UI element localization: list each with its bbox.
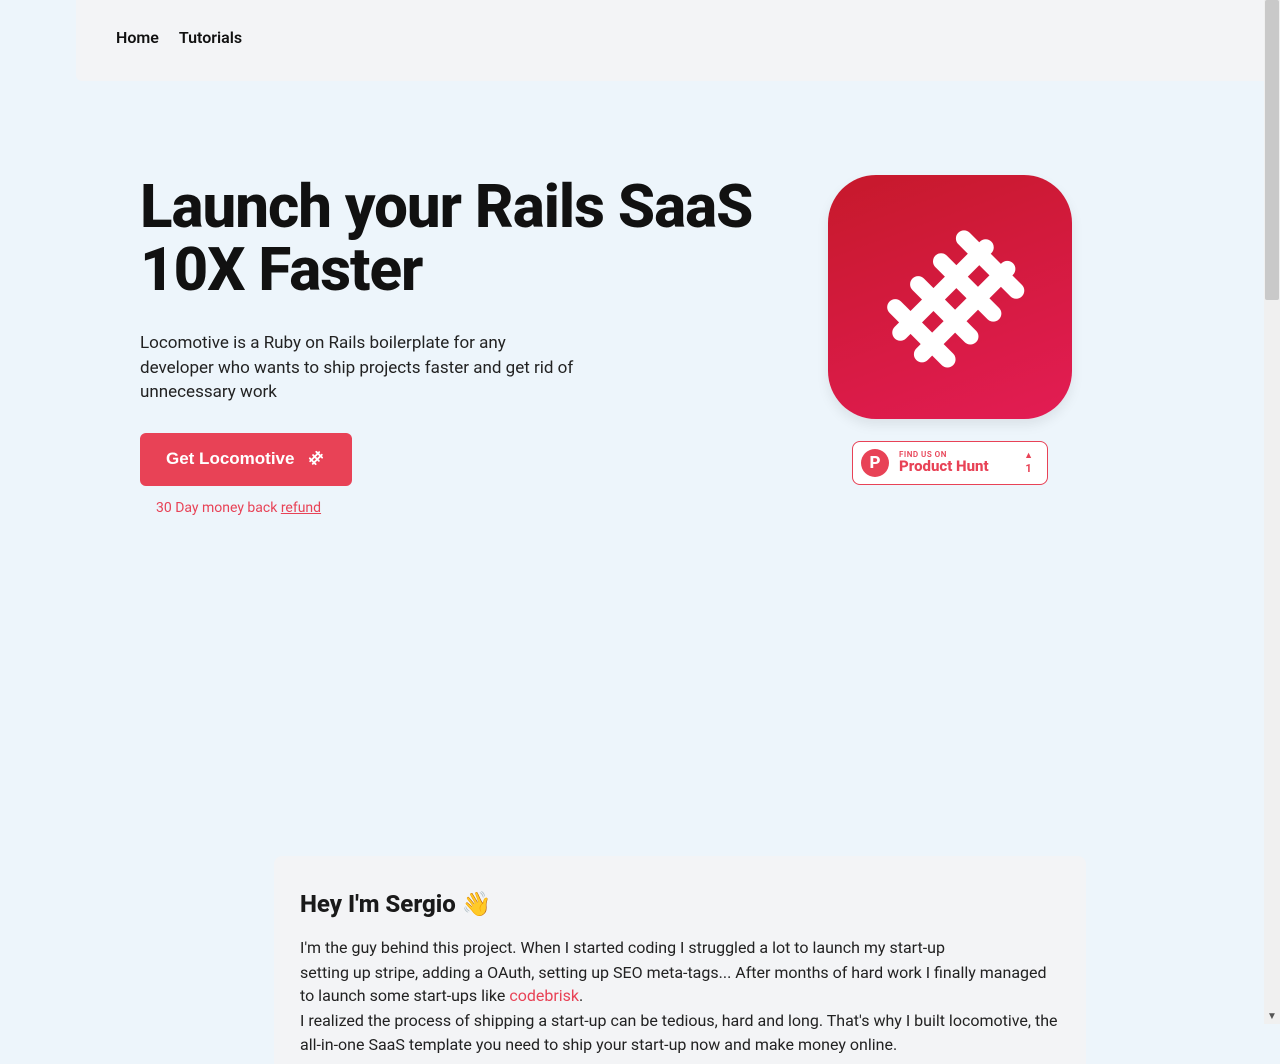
scroll-down-arrow-icon[interactable]: ▼ <box>1264 1008 1280 1024</box>
top-nav: Home Tutorials <box>76 0 1280 81</box>
refund-link[interactable]: refund <box>281 500 321 516</box>
bio-p1: I'm the guy behind this project. When I … <box>300 936 1060 959</box>
vertical-scrollbar[interactable]: ▼ <box>1264 0 1280 1024</box>
refund-note: 30 Day money back refund <box>140 500 760 516</box>
bio-heading: Hey I'm Sergio 👋 <box>300 890 1060 918</box>
nav-home[interactable]: Home <box>116 28 159 47</box>
product-hunt-logo-icon: P <box>861 449 889 477</box>
upvote-triangle-icon: ▲ <box>1024 452 1033 461</box>
ph-big-label: Product Hunt <box>899 459 1014 475</box>
bio-p2: setting up stripe, adding a OAuth, setti… <box>300 961 1060 1007</box>
hero-lead: Locomotive is a Ruby on Rails boilerplat… <box>140 331 580 405</box>
bio-p2b: . <box>579 986 583 1005</box>
refund-prefix: 30 Day money back <box>156 500 281 516</box>
ph-upvote: ▲ 1 <box>1024 452 1033 474</box>
hero-content: Launch your Rails SaaS 10X Faster Locomo… <box>140 175 760 516</box>
hero-title: Launch your Rails SaaS 10X Faster <box>140 175 760 301</box>
hero-artwork: P FIND US ON Product Hunt ▲ 1 <box>800 175 1100 485</box>
nav-tutorials[interactable]: Tutorials <box>179 28 242 47</box>
scroll-thumb[interactable] <box>1265 0 1279 300</box>
ph-count: 1 <box>1025 463 1031 474</box>
bio-p2a: setting up stripe, adding a OAuth, setti… <box>300 963 1047 1005</box>
get-locomotive-button[interactable]: Get Locomotive <box>140 433 352 486</box>
cta-label: Get Locomotive <box>166 449 294 469</box>
rails-icon <box>304 446 326 473</box>
locomotive-app-icon <box>828 175 1072 419</box>
codebrisk-link[interactable]: codebrisk <box>509 986 579 1005</box>
hero: Launch your Rails SaaS 10X Faster Locomo… <box>76 81 1280 516</box>
bio-p3: I realized the process of shipping a sta… <box>300 1009 1060 1055</box>
product-hunt-badge[interactable]: P FIND US ON Product Hunt ▲ 1 <box>852 441 1048 485</box>
author-bio: Hey I'm Sergio 👋 I'm the guy behind this… <box>274 856 1086 1064</box>
product-hunt-text: FIND US ON Product Hunt <box>899 451 1014 475</box>
